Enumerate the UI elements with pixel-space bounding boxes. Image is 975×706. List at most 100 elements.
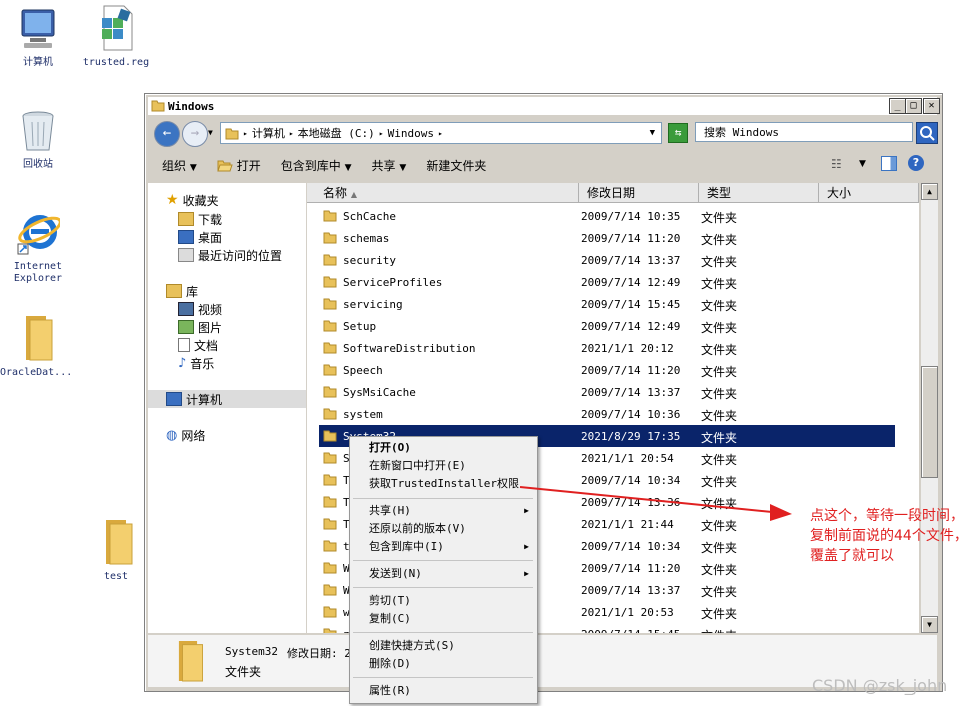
sort-ascending-icon: ▲ <box>350 190 357 199</box>
folder-icon <box>323 606 337 618</box>
open-button[interactable]: 打开 <box>217 157 261 174</box>
file-name: servicing <box>343 298 403 311</box>
breadcrumb-separator-icon[interactable]: ▸ <box>243 129 248 138</box>
desktop-icon-label: trusted.reg <box>82 57 150 68</box>
nav-item-computer[interactable]: 计算机 <box>148 390 306 408</box>
nav-item-favorites[interactable]: ★ 收藏夹 <box>166 191 219 209</box>
file-type: 文件夹 <box>701 431 738 445</box>
scroll-down-button[interactable]: ▼ <box>921 616 938 633</box>
context-menu: 打开(O) 在新窗口中打开(E) 获取TrustedInstaller权限 共享… <box>349 436 538 704</box>
window-title: Windows <box>168 99 215 113</box>
table-row[interactable]: servicing 2009/7/14 15:45 文件夹 <box>319 293 895 315</box>
nav-item-videos[interactable]: 视频 <box>178 300 222 318</box>
column-header-type[interactable]: 类型 <box>699 183 819 203</box>
desktop-icon-recycle-bin[interactable]: 回收站 <box>2 108 74 171</box>
maximize-button[interactable]: □ <box>905 98 922 114</box>
title-bar[interactable]: Windows _ □ ✕ <box>148 97 940 115</box>
nav-label: 图片 <box>198 320 223 335</box>
preview-pane-icon[interactable] <box>881 156 897 171</box>
column-header-name[interactable]: 名称 ▲ <box>307 183 579 203</box>
menu-item-share[interactable]: 共享(H) <box>369 502 411 520</box>
table-row[interactable]: Setup 2009/7/14 12:49 文件夹 <box>319 315 895 337</box>
nav-item-recent[interactable]: 最近访问的位置 <box>178 246 282 264</box>
nav-item-documents[interactable]: 文档 <box>178 336 218 354</box>
desktop-icon-trusted-reg[interactable]: trusted.reg <box>80 4 152 69</box>
chevron-down-icon: ▼ <box>399 162 407 173</box>
breadcrumb-separator-icon[interactable]: ▸ <box>438 129 443 138</box>
menu-item-properties[interactable]: 属性(R) <box>369 682 411 700</box>
search-button[interactable] <box>916 122 938 144</box>
refresh-button[interactable]: ⇆ <box>668 123 688 143</box>
menu-item-copy[interactable]: 复制(C) <box>369 610 411 628</box>
nav-item-desktop[interactable]: 桌面 <box>178 228 222 246</box>
menu-item-include-in-library[interactable]: 包含到库中(I) <box>369 538 444 556</box>
breadcrumb-separator-icon[interactable]: ▸ <box>289 129 294 138</box>
nav-label: 最近访问的位置 <box>198 248 283 263</box>
table-row[interactable]: SchCache 2009/7/14 10:35 文件夹 <box>319 205 895 227</box>
menu-item-create-shortcut[interactable]: 创建快捷方式(S) <box>369 637 455 655</box>
nav-label: 计算机 <box>186 392 223 407</box>
share-button[interactable]: 共享 ▼ <box>372 157 407 174</box>
file-name: SchCache <box>343 210 396 223</box>
menu-item-cut[interactable]: 剪切(T) <box>369 592 411 610</box>
file-date: 2009/7/14 11:20 <box>581 232 681 245</box>
include-in-library-button[interactable]: 包含到库中 ▼ <box>281 157 352 174</box>
details-date-label: 修改日期: 2 <box>287 647 351 660</box>
nav-item-music[interactable]: ♪ 音乐 <box>178 354 214 372</box>
history-dropdown-icon[interactable]: ▼ <box>208 128 213 137</box>
table-row[interactable]: SoftwareDistribution 2021/1/1 20:12 文件夹 <box>319 337 895 359</box>
desktop-icon-internet-explorer[interactable]: Internet Explorer <box>2 210 74 285</box>
forward-button[interactable]: → <box>182 121 208 147</box>
breadcrumb-separator-icon[interactable]: ▸ <box>379 129 384 138</box>
file-date: 2009/7/14 15:45 <box>581 298 681 311</box>
breadcrumb-item-windows[interactable]: Windows <box>388 127 434 140</box>
nav-label: 桌面 <box>198 230 223 245</box>
nav-item-network[interactable]: ◍ 网络 <box>166 426 205 444</box>
close-button[interactable]: ✕ <box>923 98 940 114</box>
address-row: ← → ▼ ▸ 计算机 ▸ 本地磁盘 (C:) ▸ Windows ▸ ▼ ⇆ … <box>148 118 938 148</box>
view-options-icon[interactable]: ☷ <box>831 157 842 171</box>
file-type: 文件夹 <box>701 627 737 633</box>
menu-item-restore-previous[interactable]: 还原以前的版本(V) <box>369 520 466 538</box>
back-button[interactable]: ← <box>154 121 180 147</box>
menu-item-open-new-window[interactable]: 在新窗口中打开(E) <box>369 457 466 475</box>
breadcrumb-item-local-disk[interactable]: 本地磁盘 (C:) <box>298 125 375 141</box>
organize-button[interactable]: 组织 ▼ <box>162 157 197 174</box>
menu-item-delete[interactable]: 删除(D) <box>369 655 411 673</box>
new-folder-button[interactable]: 新建文件夹 <box>426 157 486 174</box>
scroll-thumb[interactable] <box>921 366 938 478</box>
table-row[interactable]: SysMsiCache 2009/7/14 13:37 文件夹 <box>319 381 895 403</box>
desktop-icon-oracledat[interactable]: OracleDat... <box>0 314 72 379</box>
table-row[interactable]: security 2009/7/14 13:37 文件夹 <box>319 249 895 271</box>
folder-icon <box>225 128 239 139</box>
table-row[interactable]: schemas 2009/7/14 11:20 文件夹 <box>319 227 895 249</box>
table-row[interactable]: ServiceProfiles 2009/7/14 12:49 文件夹 <box>319 271 895 293</box>
folder-icon <box>323 254 337 266</box>
chevron-down-icon[interactable]: ▼ <box>859 159 866 169</box>
minimize-button[interactable]: _ <box>889 98 906 114</box>
folder-icon <box>323 364 337 376</box>
desktop-icon-computer[interactable]: 计算机 <box>2 6 74 69</box>
recycle-bin-icon <box>22 111 54 151</box>
column-header-date[interactable]: 修改日期 <box>579 183 699 203</box>
breadcrumb-item-computer[interactable]: 计算机 <box>252 125 285 141</box>
desktop-icon-test[interactable]: test <box>80 518 152 583</box>
folder-icon <box>323 540 337 552</box>
search-input[interactable]: 搜索 Windows <box>695 122 913 142</box>
nav-item-downloads[interactable]: 下载 <box>178 210 222 228</box>
scroll-up-button[interactable]: ▲ <box>921 183 938 200</box>
nav-item-pictures[interactable]: 图片 <box>178 318 222 336</box>
file-type: 文件夹 <box>701 563 738 577</box>
address-bar[interactable]: ▸ 计算机 ▸ 本地磁盘 (C:) ▸ Windows ▸ ▼ <box>220 122 662 144</box>
table-row[interactable]: Speech 2009/7/14 11:20 文件夹 <box>319 359 895 381</box>
menu-separator <box>353 677 533 678</box>
menu-separator <box>353 587 533 588</box>
menu-item-send-to[interactable]: 发送到(N) <box>369 565 422 583</box>
menu-item-open[interactable]: 打开(O) <box>369 439 411 457</box>
nav-item-libraries[interactable]: 库 <box>166 282 198 300</box>
table-row[interactable]: system 2009/7/14 10:36 文件夹 <box>319 403 895 425</box>
help-icon[interactable]: ? <box>908 155 924 171</box>
menu-item-take-trustedinstaller[interactable]: 获取TrustedInstaller权限 <box>369 475 519 493</box>
column-header-size[interactable]: 大小 <box>819 183 919 203</box>
address-dropdown-icon[interactable]: ▼ <box>650 128 655 138</box>
